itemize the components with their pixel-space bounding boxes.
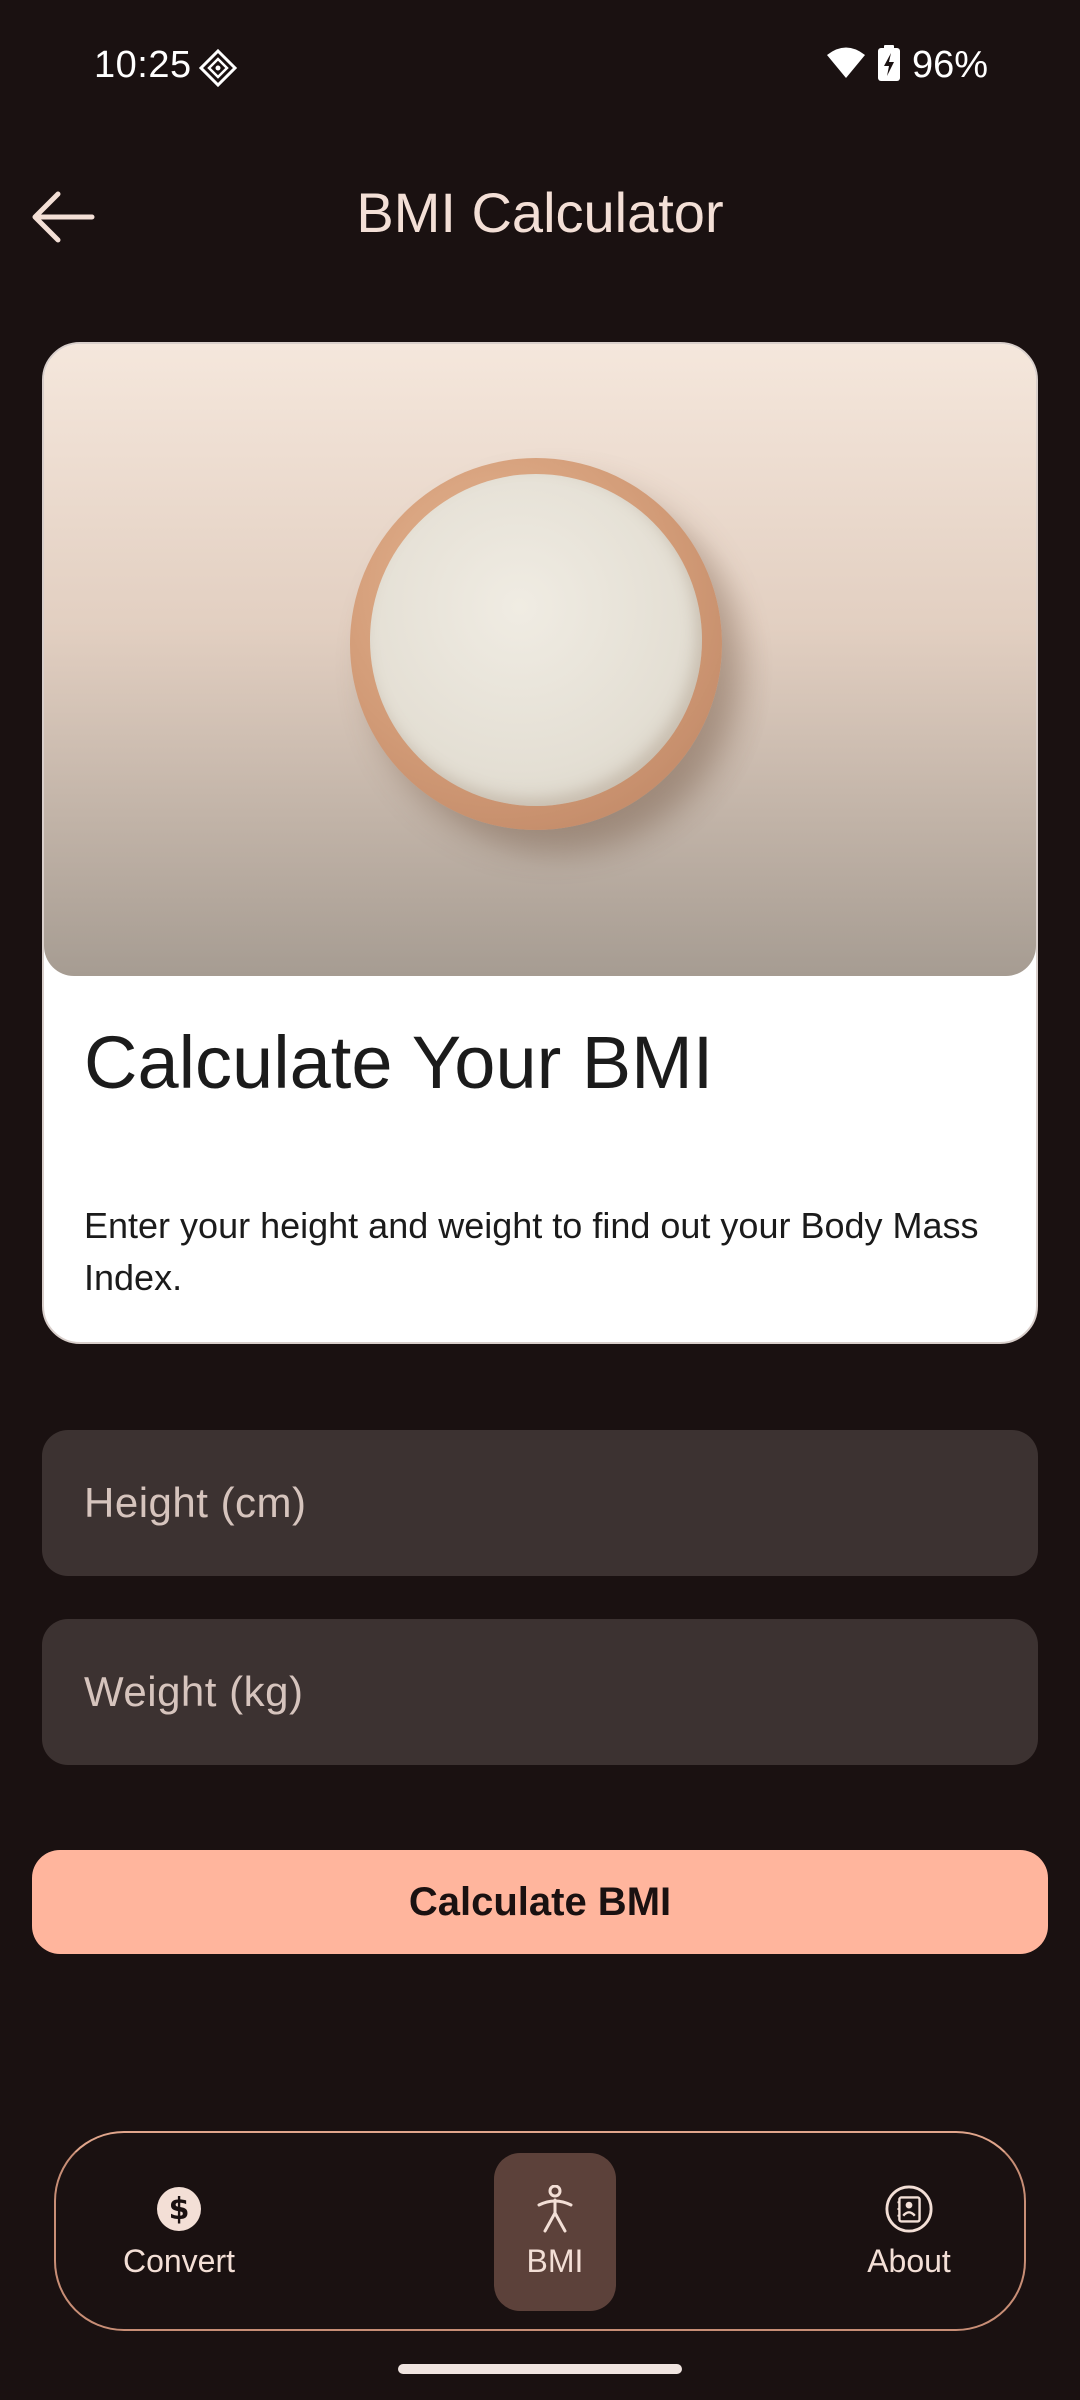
height-input[interactable]	[42, 1430, 1038, 1576]
battery-charging-icon	[877, 45, 900, 86]
home-indicator[interactable]	[398, 2364, 682, 2374]
status-time: 10:25	[94, 44, 192, 86]
weight-input[interactable]	[42, 1619, 1038, 1765]
calculate-bmi-button[interactable]: Calculate BMI	[32, 1850, 1048, 1954]
nav-item-convert[interactable]: $ Convert	[118, 2153, 240, 2311]
page-title: BMI Calculator	[356, 181, 724, 244]
nav-label-bmi: BMI	[526, 2242, 584, 2279]
battery-percentage: 96%	[911, 44, 988, 86]
app-bar: BMI Calculator	[0, 160, 1080, 272]
hero-image	[44, 344, 1036, 976]
person-icon	[531, 2184, 579, 2233]
status-indicators: 96%	[826, 44, 988, 87]
wifi-icon	[826, 46, 866, 85]
nav-item-bmi[interactable]: BMI	[494, 2153, 616, 2311]
nav-label-about: About	[867, 2242, 951, 2279]
card-description: Enter your height and weight to find out…	[84, 1205, 979, 1298]
intro-card: Calculate Your BMI Enter your height and…	[42, 342, 1038, 1344]
nav-item-about[interactable]: About	[848, 2153, 970, 2311]
card-heading: Calculate Your BMI	[84, 1021, 714, 1104]
contact-icon	[885, 2184, 933, 2233]
notification-diamond-icon	[198, 48, 238, 88]
bottom-navigation: $ Convert BMI About	[54, 2131, 1026, 2331]
status-bar: 10:25 96%	[0, 0, 1080, 130]
nav-label-convert: Convert	[122, 2242, 236, 2279]
dollar-icon: $	[155, 2185, 203, 2233]
svg-text:$: $	[169, 2192, 190, 2227]
